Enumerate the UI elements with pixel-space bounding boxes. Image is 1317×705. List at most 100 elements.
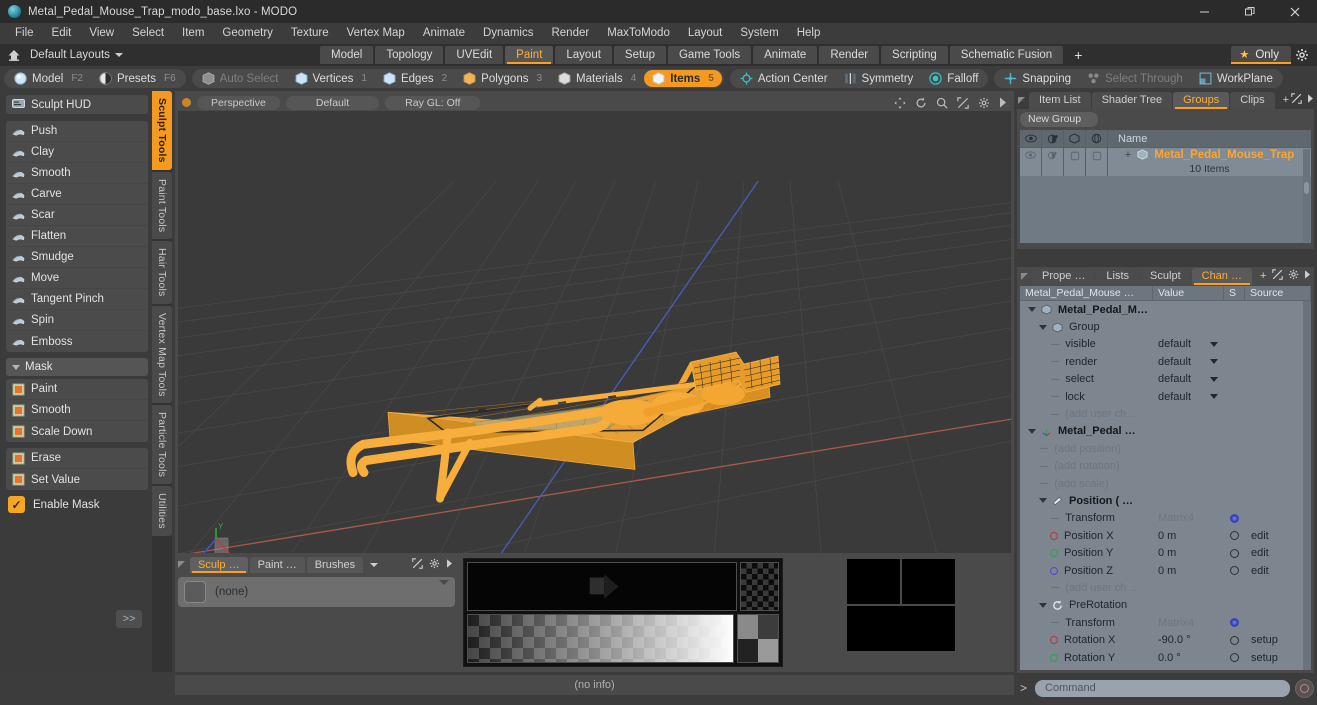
channels-tab-chan[interactable]: Chan … <box>1191 267 1252 285</box>
panel-menu-icon[interactable] <box>1018 96 1025 104</box>
channel-toggle-icon[interactable] <box>1230 566 1239 576</box>
menu-item-layout[interactable]: Layout <box>679 23 732 44</box>
gear-icon[interactable] <box>429 558 440 572</box>
menu-item-dynamics[interactable]: Dynamics <box>474 23 542 44</box>
chevron-down-icon[interactable] <box>1210 394 1218 400</box>
brush-preset-selector[interactable]: (none) <box>178 577 455 607</box>
right-tab-clips[interactable]: Clips <box>1230 91 1275 109</box>
channel-value-cell[interactable]: default <box>1153 373 1224 385</box>
channel-value-cell[interactable]: default <box>1153 356 1224 368</box>
mode-button-edges[interactable]: Edges 2 <box>375 70 455 87</box>
channel-row[interactable]: Position Y 0 m edit <box>1020 544 1311 561</box>
sculpt-tool-clay[interactable]: Clay <box>6 142 148 163</box>
brush-tab-brushes[interactable]: Brushes <box>306 556 364 573</box>
menu-item-maxtomodo[interactable]: MaxToModo <box>598 23 679 44</box>
mode-button-auto-select[interactable]: Auto Select <box>194 70 287 87</box>
minimize-button[interactable] <box>1182 0 1227 23</box>
channel-toggle-icon[interactable] <box>1230 653 1239 662</box>
panel-menu-icon[interactable] <box>1021 272 1028 280</box>
expand-panel-button[interactable]: >> <box>116 610 142 628</box>
channel-row[interactable]: ·–· lock default <box>1020 388 1311 405</box>
chevron-right-icon[interactable] <box>1307 94 1314 106</box>
sculpt-tool-smooth[interactable]: Smooth <box>6 163 148 184</box>
channel-row[interactable]: ·–· select default <box>1020 371 1311 388</box>
sculpt-tool-emboss[interactable]: Emboss <box>6 331 148 352</box>
sculpt-tool-push[interactable]: Push <box>6 121 148 142</box>
row-eye-toggle[interactable] <box>1020 148 1042 176</box>
expand-icon[interactable] <box>1272 269 1283 283</box>
tool-category-tab-particle-tools[interactable]: Particle Tools <box>152 405 172 485</box>
channel-row[interactable]: ·–· (add user ch … <box>1020 579 1311 596</box>
mask-tool-erase[interactable]: Erase <box>6 448 148 469</box>
menu-item-render[interactable]: Render <box>542 23 598 44</box>
group-row[interactable]: + Metal_Pedal_Mouse_Trap 10 Items <box>1020 148 1311 176</box>
menu-item-animate[interactable]: Animate <box>414 23 474 44</box>
channel-row[interactable]: Position X 0 m edit <box>1020 527 1311 544</box>
only-toggle[interactable]: ★ Only <box>1231 46 1291 64</box>
mask-tool-set-value[interactable]: Set Value <box>6 469 148 490</box>
channel-value-cell[interactable]: Matrix4 <box>1153 617 1224 629</box>
tool-category-tab-vertex-map-tools[interactable]: Vertex Map Tools <box>152 305 172 404</box>
group-expand-toggle[interactable]: + <box>1125 149 1131 161</box>
channel-row[interactable]: ·–· Transform Matrix4 <box>1020 510 1311 527</box>
menu-item-edit[interactable]: Edit <box>43 23 81 44</box>
mode-button-select-through[interactable]: Select Through <box>1079 70 1191 87</box>
mode-button-materials[interactable]: Materials 4 <box>550 70 644 87</box>
tool-category-tab-utilities[interactable]: Utilities <box>152 486 172 536</box>
close-button[interactable] <box>1272 0 1317 23</box>
menu-item-select[interactable]: Select <box>123 23 173 44</box>
mask-tool-smooth[interactable]: Smooth <box>6 400 148 421</box>
viewport-raygl-selector[interactable]: Ray GL: Off <box>385 95 481 110</box>
fit-icon[interactable] <box>957 96 969 109</box>
row-wire-toggle[interactable] <box>1086 148 1108 176</box>
layout-tab-model[interactable]: Model <box>320 46 374 64</box>
mode-button-workplane[interactable]: WorkPlane <box>1191 70 1281 87</box>
chevron-right-icon[interactable] <box>999 97 1007 108</box>
layout-tab-setup[interactable]: Setup <box>613 46 666 64</box>
gear-icon[interactable] <box>1291 45 1313 65</box>
expand-twisty-icon[interactable] <box>1039 602 1047 608</box>
menu-item-texture[interactable]: Texture <box>282 23 338 44</box>
quad-preview[interactable] <box>847 559 955 651</box>
enable-mask-checkbox[interactable]: ✓ <box>8 496 25 513</box>
channel-value-cell[interactable]: -90.0 ° <box>1153 634 1224 646</box>
layout-tab-paint[interactable]: Paint <box>505 46 554 64</box>
channel-value-cell[interactable]: default <box>1153 338 1224 350</box>
channel-row[interactable]: ·–· (add scale) <box>1020 475 1311 492</box>
brush-tab-sculp[interactable]: Sculp … <box>190 556 248 573</box>
mode-button-items[interactable]: Items 5 <box>644 70 722 87</box>
menu-item-file[interactable]: File <box>6 23 43 44</box>
channel-row[interactable]: Metal_Pedal … <box>1020 423 1311 440</box>
group-item[interactable]: + Metal_Pedal_Mouse_Trap 10 Items <box>1108 148 1311 175</box>
right-tab-item-list[interactable]: Item List <box>1029 91 1091 109</box>
channel-row[interactable]: ·–· Transform Matrix4 <box>1020 614 1311 631</box>
menu-item-view[interactable]: View <box>80 23 123 44</box>
layout-dropdown[interactable]: Default Layouts <box>30 49 123 61</box>
tool-category-tab-sculpt-tools[interactable]: Sculpt Tools <box>152 91 172 170</box>
shaded-icon[interactable] <box>1064 129 1086 148</box>
layout-tab-layout[interactable]: Layout <box>555 46 612 64</box>
expand-twisty-icon[interactable] <box>1039 324 1047 330</box>
gear-icon[interactable] <box>978 97 990 109</box>
chevron-right-icon[interactable] <box>1304 270 1311 282</box>
layout-tab-topology[interactable]: Topology <box>375 46 444 64</box>
viewport-menu-dot-icon[interactable] <box>182 98 191 107</box>
expand-twisty-icon[interactable] <box>1028 428 1036 434</box>
wire-icon[interactable] <box>1086 129 1108 148</box>
panel-menu-icon[interactable] <box>178 561 185 568</box>
mode-button-vertices[interactable]: Vertices 1 <box>287 70 375 87</box>
viewport-shading-selector[interactable]: Default <box>285 95 380 110</box>
tool-category-tab-hair-tools[interactable]: Hair Tools <box>152 241 172 304</box>
mode-button-falloff[interactable]: Falloff <box>921 70 986 87</box>
channel-value-cell[interactable]: 0.0 ° <box>1153 652 1224 664</box>
chevron-down-icon[interactable] <box>1210 341 1218 347</box>
gradient-thumbnail[interactable] <box>737 614 779 663</box>
render-icon[interactable] <box>1042 129 1064 148</box>
add-layout-tab-button[interactable]: + <box>1065 46 1091 64</box>
channel-row[interactable]: Rotation Y 0.0 ° setup <box>1020 649 1311 666</box>
channel-static-cell[interactable] <box>1224 635 1245 645</box>
menu-item-system[interactable]: System <box>731 23 787 44</box>
mode-button-presets[interactable]: Presets F6 <box>91 70 184 87</box>
sculpt-tool-flatten[interactable]: Flatten <box>6 226 148 247</box>
expand-twisty-icon[interactable] <box>1039 498 1047 504</box>
